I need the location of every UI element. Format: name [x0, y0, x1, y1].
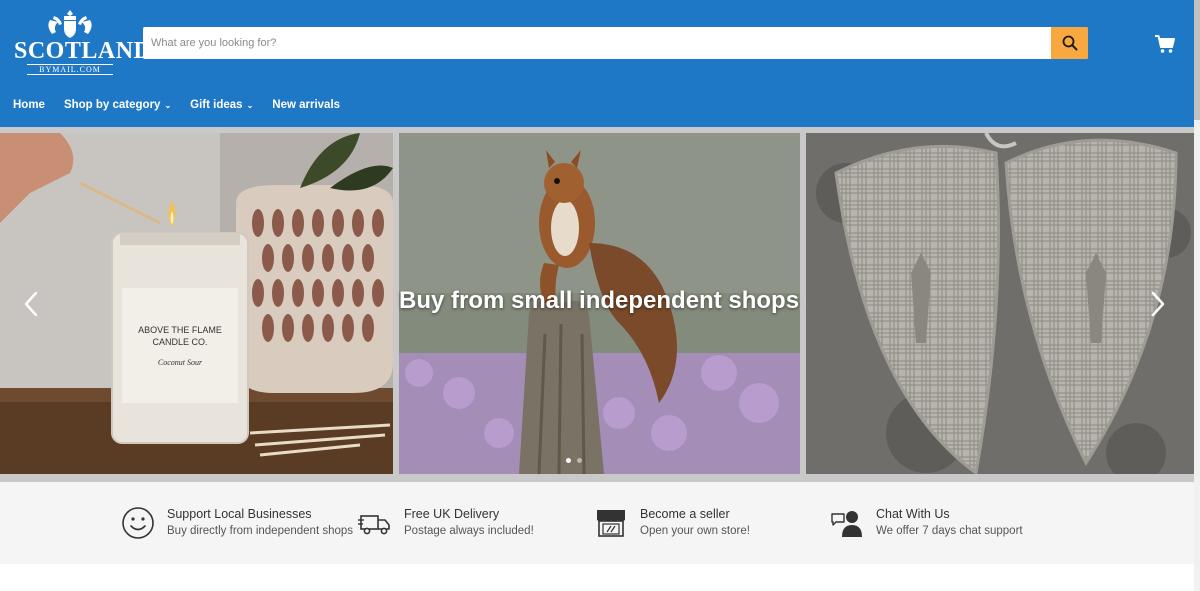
storefront-icon [597, 510, 625, 537]
feature-subtitle: Open your own store! [640, 525, 750, 537]
nav-shop-by-category[interactable]: Shop by category ⌄ [64, 99, 171, 111]
site-logo[interactable]: SCOTLAND BYMAIL.COM [14, 8, 152, 78]
logo-subtitle: BYMAIL.COM [27, 64, 113, 75]
cart-button[interactable] [1154, 33, 1176, 55]
main-nav: Home Shop by category ⌄ Gift ideas ⌄ New… [13, 99, 359, 111]
search-input[interactable] [143, 27, 1051, 59]
feature-chat: Chat With Us We offer 7 days chat suppor… [830, 506, 1023, 540]
hero-image-tartan-shields[interactable] [806, 133, 1194, 474]
slideshow-dot-1[interactable] [566, 458, 571, 463]
candle-image: ABOVE THE FLAME CANDLE CO. Coconut Sour [0, 133, 393, 474]
feature-free-delivery: Free UK Delivery Postage always included… [358, 506, 534, 540]
nav-home-label: Home [13, 99, 45, 111]
feature-subtitle: We offer 7 days chat support [876, 525, 1023, 537]
chat-support-icon [831, 511, 862, 537]
nav-home[interactable]: Home [13, 99, 45, 111]
logo-wordmark: SCOTLAND [14, 38, 152, 64]
feature-title: Support Local Businesses [167, 507, 312, 521]
search-icon [1062, 35, 1077, 51]
chevron-down-icon: ⌄ [246, 100, 254, 110]
delivery-truck-icon [358, 515, 390, 535]
candle-brand-text-2: CANDLE CO. [152, 337, 207, 347]
feature-title: Chat With Us [876, 507, 950, 521]
page: SCOTLAND BYMAIL.COM Home [0, 0, 1200, 591]
hero-slideshow: ABOVE THE FLAME CANDLE CO. Coconut Sour [0, 127, 1194, 482]
site-header: SCOTLAND BYMAIL.COM Home [0, 0, 1194, 127]
slideshow-dots [566, 458, 582, 463]
candle-brand-text: ABOVE THE FLAME [138, 325, 222, 335]
nav-new-arrivals-label: New arrivals [272, 99, 341, 111]
slideshow-dot-2[interactable] [577, 458, 582, 463]
chevron-down-icon: ⌄ [164, 100, 172, 110]
feature-subtitle: Postage always included! [404, 525, 534, 537]
feature-become-seller: Become a seller Open your own store! [594, 506, 750, 540]
nav-shop-by-category-label: Shop by category [63, 99, 161, 111]
hero-image-candle[interactable]: ABOVE THE FLAME CANDLE CO. Coconut Sour [0, 133, 393, 474]
candle-scent-text: Coconut Sour [158, 358, 203, 367]
slideshow-next-button[interactable] [1145, 287, 1169, 321]
slideshow-prev-button[interactable] [20, 287, 44, 321]
chevron-right-icon [1151, 291, 1165, 317]
scrollbar-thumb[interactable] [1194, 0, 1200, 120]
hero-title[interactable]: Buy from small independent shops [399, 287, 799, 315]
cart-icon [1155, 35, 1175, 53]
tartan-shields-image [806, 133, 1194, 474]
chevron-left-icon [24, 291, 38, 317]
smiley-icon [122, 507, 154, 539]
search-bar [143, 27, 1088, 59]
feature-title: Free UK Delivery [404, 507, 500, 521]
page-scrollbar[interactable] [1194, 0, 1200, 591]
nav-new-arrivals[interactable]: New arrivals [272, 99, 340, 111]
crest-icon [48, 10, 92, 38]
feature-support-local: Support Local Businesses Buy directly fr… [121, 506, 353, 540]
feature-subtitle: Buy directly from independent shops [167, 525, 354, 537]
search-button[interactable] [1051, 27, 1088, 59]
feature-title: Become a seller [640, 507, 730, 521]
features-bar: Support Local Businesses Buy directly fr… [0, 482, 1194, 564]
nav-gift-ideas[interactable]: Gift ideas ⌄ [190, 99, 253, 111]
nav-gift-ideas-label: Gift ideas [190, 99, 243, 111]
